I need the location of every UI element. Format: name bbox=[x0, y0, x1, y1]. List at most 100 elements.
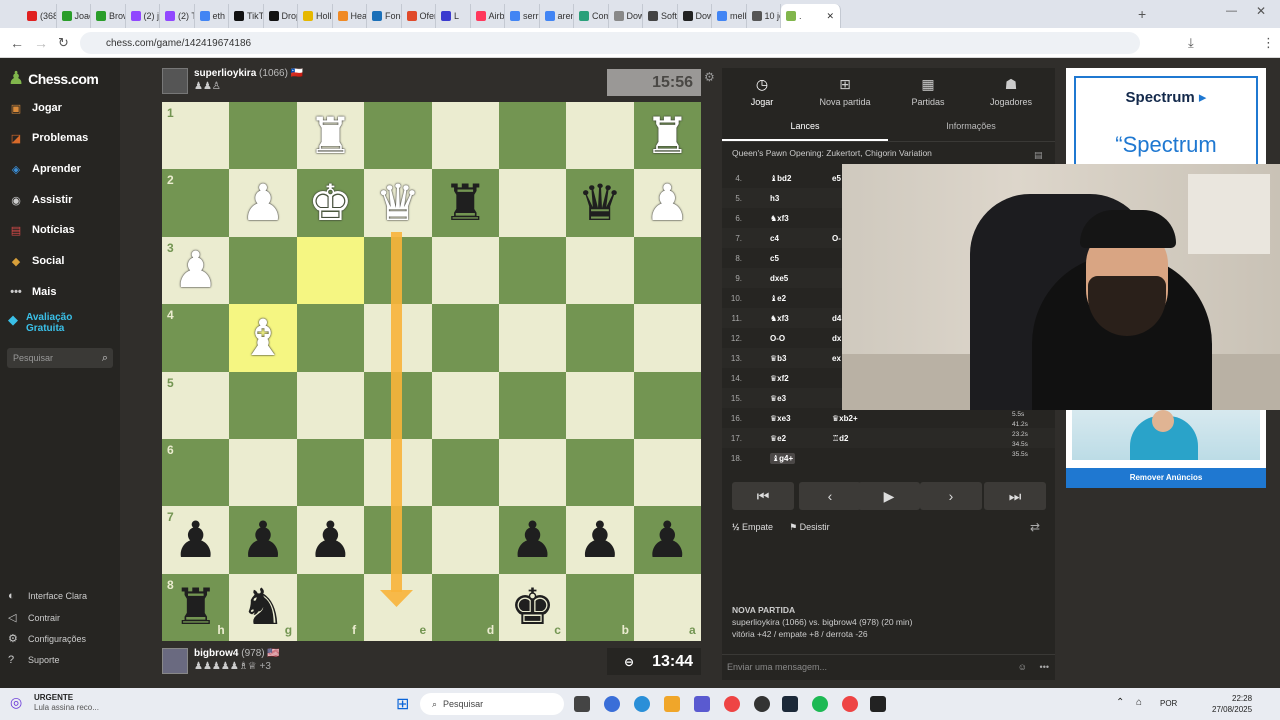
sidebar-footer-item[interactable]: ◁ Contrair bbox=[8, 611, 60, 624]
browser-tab-active[interactable]: . ✕ bbox=[781, 4, 841, 28]
panel-tab-1[interactable]: ⊞ Nova partida bbox=[805, 76, 885, 107]
board-square[interactable] bbox=[431, 506, 499, 574]
sidebar-item-2[interactable]: ◈ Aprender bbox=[8, 161, 81, 177]
white-rook-icon[interactable]: ♜ bbox=[634, 102, 701, 169]
black-move[interactable]: ♖d2 bbox=[832, 434, 892, 443]
black-move[interactable]: ♛xb2+ bbox=[832, 414, 892, 423]
taskbar-search[interactable]: ⌕ Pesquisar bbox=[420, 693, 564, 715]
sidebar-item-1[interactable]: ◪ Problemas bbox=[8, 130, 88, 146]
board-square[interactable] bbox=[364, 236, 432, 305]
sidebar-search-input[interactable]: Pesquisar ⌕ bbox=[7, 348, 113, 368]
browser-tab[interactable]: Soft bbox=[643, 4, 678, 28]
white-move[interactable]: O-O bbox=[770, 334, 832, 343]
board-square[interactable] bbox=[296, 438, 365, 507]
explorer-icon[interactable] bbox=[664, 696, 680, 712]
free-trial-link[interactable]: ◆ Avaliação Gratuita bbox=[8, 312, 86, 334]
board-square[interactable] bbox=[364, 438, 432, 507]
more-icon[interactable]: ••• bbox=[1040, 662, 1049, 672]
teams-icon[interactable] bbox=[694, 696, 710, 712]
gear-icon[interactable]: ⚙ bbox=[704, 70, 715, 84]
browser-tab[interactable]: Fond bbox=[367, 4, 402, 28]
black-rook-icon[interactable]: ♜ bbox=[432, 169, 499, 236]
board-square[interactable] bbox=[498, 371, 567, 439]
tab-informacoes[interactable]: Informações bbox=[888, 112, 1054, 141]
top-player-name[interactable]: superlioykira bbox=[194, 68, 256, 79]
board-square[interactable] bbox=[498, 438, 567, 507]
browser-tab[interactable]: TikTo bbox=[229, 4, 264, 28]
panel-tab-0[interactable]: ◷ Jogar bbox=[722, 76, 802, 107]
board-square[interactable] bbox=[431, 304, 499, 372]
browser-tab[interactable]: serri bbox=[505, 4, 540, 28]
white-move[interactable]: dxe5 bbox=[770, 274, 832, 283]
board-square[interactable] bbox=[431, 371, 499, 439]
play-button[interactable]: ▶ bbox=[858, 482, 920, 510]
minimize-button[interactable]: — bbox=[1226, 5, 1237, 17]
white-move[interactable]: ♛b3 bbox=[770, 354, 832, 363]
browser-tab[interactable]: (2) j bbox=[126, 4, 160, 28]
white-move[interactable]: ♛xe3 bbox=[770, 414, 832, 423]
emoji-icon[interactable]: ☺ bbox=[1018, 662, 1027, 672]
chess-board[interactable]: 1 2 3 4 5 6 7 8 h g f e d c b a ♜ ♜ ♟ ♚ ♛ ♜ ♛ ♟ ♟ ♝ ♟ ♟ ♟ ♟ ♟ ♟ ♜ ♞ ♚ bbox=[162, 102, 702, 642]
board-square[interactable] bbox=[498, 169, 567, 237]
opening-name[interactable]: Queen's Pawn Opening: Zukertort, Chigori… bbox=[732, 148, 932, 158]
white-move[interactable]: ♛xf2 bbox=[770, 374, 832, 383]
board-square[interactable] bbox=[498, 304, 567, 372]
white-move[interactable]: ♛e3 bbox=[770, 394, 832, 403]
white-queen-icon[interactable]: ♛ bbox=[364, 169, 431, 236]
news-icon[interactable]: ◎ bbox=[10, 694, 22, 711]
white-move[interactable]: ♝g4+ bbox=[770, 452, 832, 464]
sidebar-item-4[interactable]: ▤ Notícias bbox=[8, 222, 75, 238]
board-square[interactable] bbox=[566, 438, 634, 507]
sidebar-item-3[interactable]: ◉ Assistir bbox=[8, 192, 72, 208]
avatar[interactable] bbox=[162, 68, 188, 94]
bottom-player-name[interactable]: bigbrow4 bbox=[194, 648, 238, 659]
edge-icon[interactable] bbox=[634, 696, 650, 712]
first-move-button[interactable]: ⏮ bbox=[732, 482, 794, 510]
browser-tab[interactable]: Com bbox=[574, 4, 609, 28]
browser-tab[interactable]: Joao bbox=[57, 4, 91, 28]
black-pawn-icon[interactable]: ♟ bbox=[499, 506, 566, 573]
last-move-button[interactable]: ⏭ bbox=[984, 482, 1046, 510]
browser-tab[interactable]: Drop bbox=[264, 4, 298, 28]
book-icon[interactable]: ▤ bbox=[1034, 150, 1043, 161]
black-pawn-icon[interactable]: ♟ bbox=[566, 506, 633, 573]
back-icon[interactable]: ← bbox=[10, 35, 24, 51]
next-move-button[interactable]: › bbox=[920, 482, 982, 510]
white-move[interactable]: ♞xf3 bbox=[770, 214, 832, 223]
close-window-button[interactable]: ✕ bbox=[1256, 4, 1266, 18]
resign-button[interactable]: ⚑ Desistir bbox=[789, 522, 830, 533]
network-icon[interactable]: ⌂ bbox=[1136, 697, 1142, 708]
windows-start-icon[interactable]: ⊞ bbox=[396, 694, 409, 714]
chrome-icon[interactable] bbox=[842, 696, 858, 712]
board-square[interactable] bbox=[633, 438, 702, 507]
white-move[interactable]: ♞xf3 bbox=[770, 314, 832, 323]
browser-tab[interactable]: Hea bbox=[333, 4, 367, 28]
black-pawn-icon[interactable]: ♟ bbox=[297, 506, 364, 573]
sidebar-item-6[interactable]: ••• Mais bbox=[8, 284, 56, 300]
close-tab-icon[interactable]: ✕ bbox=[826, 11, 834, 22]
language-indicator[interactable]: POR bbox=[1160, 699, 1177, 708]
white-rook-icon[interactable]: ♜ bbox=[297, 102, 364, 169]
board-square[interactable] bbox=[566, 371, 634, 439]
black-pawn-icon[interactable]: ♟ bbox=[229, 506, 296, 573]
panel-tab-2[interactable]: ▦ Partidas bbox=[888, 76, 968, 107]
sidebar-item-5[interactable]: ◆ Social bbox=[8, 253, 65, 269]
sidebar-item-0[interactable]: ▣ Jogar bbox=[8, 100, 62, 116]
browser-tab[interactable]: 10 jo bbox=[747, 4, 781, 28]
copilot-icon[interactable] bbox=[604, 696, 620, 712]
black-knight-icon[interactable]: ♞ bbox=[229, 574, 296, 641]
black-queen-icon[interactable]: ♛ bbox=[566, 169, 633, 236]
board-square[interactable] bbox=[296, 236, 365, 305]
forward-icon[interactable]: → bbox=[34, 35, 48, 51]
tab-lances[interactable]: Lances bbox=[722, 112, 888, 141]
remove-ads-button[interactable]: Remover Anúncios bbox=[1066, 468, 1266, 488]
board-square[interactable] bbox=[229, 102, 297, 170]
chrome-icon[interactable] bbox=[724, 696, 740, 712]
board-square[interactable] bbox=[364, 102, 432, 170]
board-square[interactable] bbox=[633, 371, 702, 439]
board-square[interactable] bbox=[431, 438, 499, 507]
board-square[interactable] bbox=[633, 304, 702, 372]
white-bishop-icon[interactable]: ♝ bbox=[229, 304, 296, 371]
board-square[interactable] bbox=[296, 371, 365, 439]
browser-tab[interactable]: (368 bbox=[22, 4, 57, 28]
